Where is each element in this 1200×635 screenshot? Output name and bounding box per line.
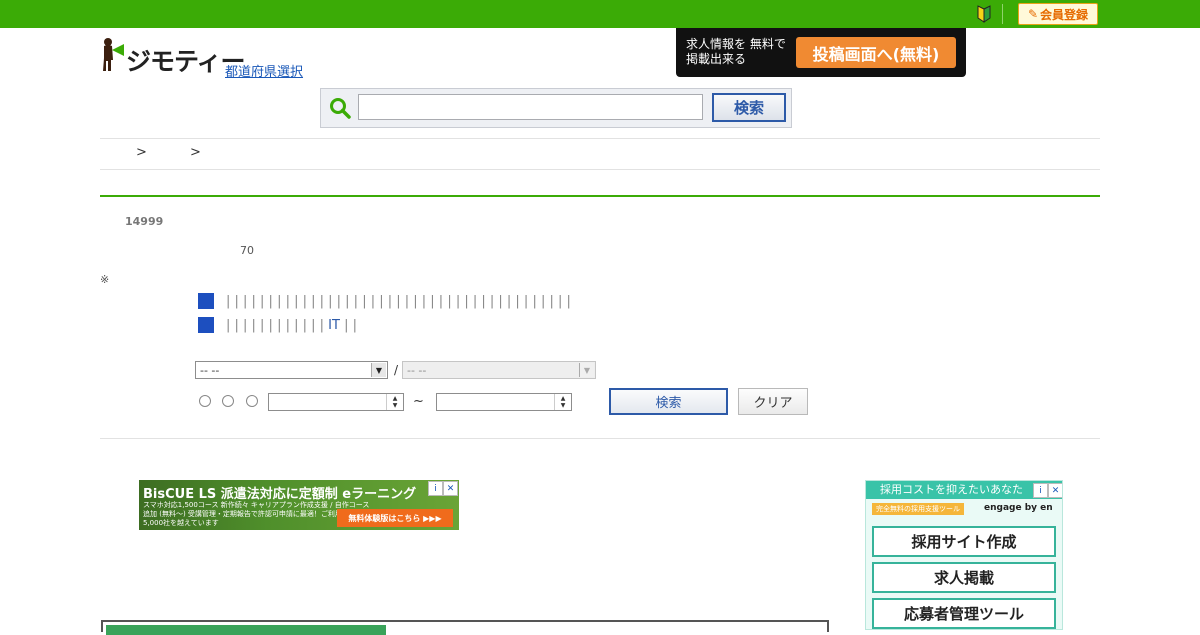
divider bbox=[100, 169, 1100, 170]
chevron-down-icon: ▼ bbox=[579, 363, 594, 377]
range-tilde: ~ bbox=[413, 394, 424, 409]
register-button[interactable]: ✎ 会員登録 bbox=[1018, 3, 1098, 25]
ad-cta-button[interactable]: 無料体験版はこちら ▶▶▶ bbox=[337, 509, 453, 527]
search-input[interactable] bbox=[358, 94, 703, 120]
radio-option-2[interactable] bbox=[222, 395, 234, 407]
close-icon[interactable]: ✕ bbox=[443, 481, 458, 496]
note-mark: ※ bbox=[100, 273, 110, 286]
topbar-divider bbox=[1002, 4, 1003, 24]
recruiting-ad[interactable]: 採用コストを抑えたいあなた i ✕ 完全無料の採用支援ツール engage by… bbox=[865, 480, 1063, 630]
result-sub-count: 70 bbox=[240, 244, 254, 257]
ad-tag: 完全無料の採用支援ツール bbox=[872, 503, 964, 515]
ad-option-button[interactable]: 採用サイト作成 bbox=[872, 526, 1056, 557]
sub-area-select: -- -- ▼ bbox=[402, 361, 596, 379]
adchoices-icon[interactable]: i bbox=[428, 481, 443, 496]
filter-search-button[interactable]: 検索 bbox=[609, 388, 728, 415]
max-value-spinner[interactable]: ▲ ▼ bbox=[436, 393, 572, 411]
adchoices-icon[interactable]: i bbox=[1033, 483, 1048, 498]
radio-option-3[interactable] bbox=[246, 395, 258, 407]
sub-area-select-value: -- -- bbox=[407, 363, 427, 377]
ad-title: BisCUE LS 派遣法対応に定額制 eラーニング bbox=[143, 487, 417, 502]
clear-button[interactable]: クリア bbox=[738, 388, 808, 415]
divider bbox=[100, 138, 1100, 139]
search-bar: 検索 bbox=[320, 88, 792, 128]
area-select-value: -- -- bbox=[200, 363, 220, 377]
spinner-arrows-icon[interactable]: ▲ ▼ bbox=[554, 394, 571, 410]
pencil-icon: ✎ bbox=[1027, 7, 1039, 21]
breadcrumb-separator: > bbox=[136, 145, 147, 160]
banner-text: 求人情報を 無料で掲載出来る bbox=[686, 37, 786, 66]
search-button[interactable]: 検索 bbox=[712, 93, 786, 122]
subcategory-separators: | | bbox=[344, 318, 357, 333]
category-marker-icon bbox=[198, 317, 214, 333]
close-icon[interactable]: ✕ bbox=[1048, 483, 1062, 498]
elearning-ad[interactable]: BisCUE LS 派遣法対応に定額制 eラーニング スマホ対応1,500コース… bbox=[139, 480, 459, 530]
post-free-button[interactable]: 投稿画面へ(無料) bbox=[796, 37, 956, 68]
subcategory-links[interactable]: | | | | | | | | | | | | IT | | bbox=[226, 318, 357, 333]
ad-option-button[interactable]: 応募者管理ツール bbox=[872, 598, 1056, 629]
radio-option-1[interactable] bbox=[199, 395, 211, 407]
title-underline bbox=[100, 195, 1100, 197]
chevron-down-icon: ▼ bbox=[371, 363, 386, 377]
min-value-spinner[interactable]: ▲ ▼ bbox=[268, 393, 404, 411]
subcategory-separators: | | | | | | | | | | | | bbox=[226, 318, 325, 333]
prefecture-select-link[interactable]: 都道府県選択 bbox=[225, 61, 303, 80]
category-links[interactable]: | | | | | | | | | | | | | | | | | | | | … bbox=[226, 294, 571, 309]
beginner-mark-icon[interactable] bbox=[976, 5, 992, 23]
area-select[interactable]: -- -- ▼ bbox=[195, 361, 388, 379]
select-separator: / bbox=[394, 363, 399, 377]
divider bbox=[100, 438, 1100, 439]
breadcrumb-separator: > bbox=[190, 145, 201, 160]
subcategory-it-link[interactable]: IT bbox=[328, 318, 340, 333]
result-count: 14999 bbox=[125, 215, 164, 228]
ad-option-button[interactable]: 求人掲載 bbox=[872, 562, 1056, 593]
post-job-banner[interactable]: 求人情報を 無料で掲載出来る 投稿画面へ(無料) bbox=[676, 28, 966, 77]
search-icon bbox=[330, 98, 351, 119]
category-marker-icon bbox=[198, 293, 214, 309]
engage-logo: engage by en bbox=[984, 503, 1053, 513]
panel-header-strip bbox=[106, 625, 386, 635]
bottom-panel bbox=[101, 620, 829, 635]
spinner-arrows-icon[interactable]: ▲ ▼ bbox=[386, 394, 403, 410]
register-label: 会員登録 bbox=[1040, 7, 1089, 22]
